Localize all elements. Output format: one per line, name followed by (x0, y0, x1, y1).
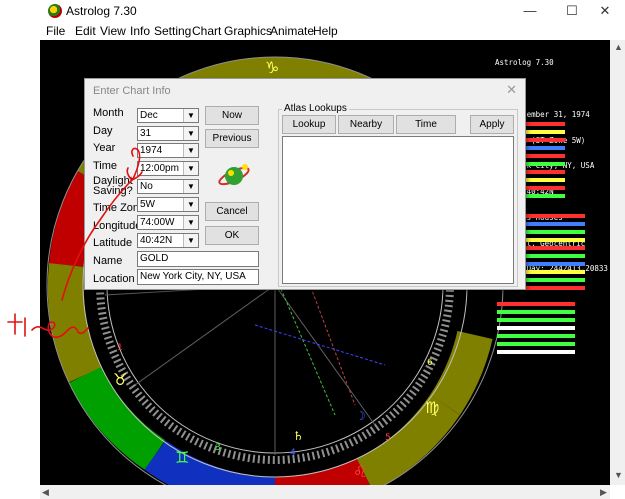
atlas-results-list[interactable] (282, 136, 514, 284)
menu-chart[interactable]: Chart (192, 24, 221, 38)
scroll-right-icon[interactable]: ▶ (600, 487, 607, 498)
chevron-down-icon: ▼ (183, 216, 198, 229)
daylight-saving-select[interactable]: No ▼ (137, 179, 199, 194)
previous-button[interactable]: Previous (205, 129, 259, 148)
ok-button[interactable]: OK (205, 226, 259, 245)
menu-setting[interactable]: Setting (154, 24, 191, 38)
astrolog-app-icon (48, 4, 62, 18)
chevron-down-icon: ▼ (183, 198, 198, 211)
dialog-title: Enter Chart Info (93, 85, 171, 97)
saturn-glyph: ♄ (293, 429, 304, 443)
nearby-cities-button[interactable]: Nearby Cities (338, 115, 394, 147)
virgo-glyph: ♍ (425, 398, 439, 417)
chevron-down-icon: ▼ (183, 162, 198, 175)
capricorn-glyph: ♑ (265, 58, 279, 77)
scroll-down-icon[interactable]: ▼ (614, 470, 623, 480)
leo-glyph: ♌ (353, 462, 367, 481)
name-label: Name (93, 255, 123, 267)
menu-file[interactable]: File (46, 24, 65, 38)
horizontal-scrollbar[interactable]: ◀ ▶ (40, 485, 610, 499)
svg-text:1: 1 (117, 343, 123, 353)
svg-text:5: 5 (385, 433, 391, 443)
latitude-select[interactable]: 40:42N ▼ (137, 233, 199, 248)
menu-graphics[interactable]: Graphics (224, 24, 272, 38)
time-changes-button[interactable]: Time Changes (396, 115, 456, 147)
moon-glyph: ☽ (355, 409, 366, 423)
time-label: Time (93, 160, 118, 172)
location-input[interactable]: New York City, NY, USA (137, 269, 259, 285)
longitude-select[interactable]: 74:00W ▼ (137, 215, 199, 230)
daylight-saving-label: Daylight Saving? (93, 175, 133, 197)
dialog-close-icon[interactable]: ✕ (506, 82, 517, 98)
vertical-scrollbar[interactable]: ▲ ▼ (610, 40, 625, 485)
atlas-lookups-label: Atlas Lookups (282, 103, 349, 114)
lookup-city-button[interactable]: Lookup City (282, 115, 336, 147)
scroll-left-icon[interactable]: ◀ (42, 487, 49, 498)
year-select[interactable]: 1974 ▼ (137, 143, 199, 158)
year-label: Year (93, 142, 116, 154)
svg-text:4: 4 (290, 448, 296, 458)
svg-text:3: 3 (215, 443, 221, 453)
title-bar: Astrolog 7.30 — ☐ ✕ (0, 0, 625, 22)
minimize-button[interactable]: — (510, 2, 550, 20)
scroll-up-icon[interactable]: ▲ (614, 42, 623, 52)
longitude-label: Longitude (93, 220, 142, 232)
astrolog-globe-icon (218, 164, 250, 186)
window-title: Astrolog 7.30 (66, 4, 137, 18)
apply-info-button[interactable]: Apply Info (470, 115, 514, 147)
time-select[interactable]: 12:00pm ▼ (137, 161, 199, 176)
latitude-label: Latitude (93, 237, 133, 249)
menu-info[interactable]: Info (130, 24, 150, 38)
svg-text:6: 6 (427, 358, 433, 368)
gemini-glyph: ♊ (175, 448, 189, 467)
now-button[interactable]: Now (205, 106, 259, 125)
time-zone-select[interactable]: 5W ▼ (137, 197, 199, 212)
chevron-down-icon: ▼ (183, 180, 198, 193)
chevron-down-icon: ▼ (183, 144, 198, 157)
chevron-down-icon: ▼ (183, 234, 198, 247)
month-select[interactable]: Dec ▼ (137, 108, 199, 123)
name-input[interactable]: GOLD (137, 251, 259, 267)
month-label: Month (93, 107, 124, 119)
enter-chart-info-dialog: Enter Chart Info ✕ Month Dec ▼ Day 31 ▼ Ye… (84, 78, 526, 290)
day-select[interactable]: 31 ▼ (137, 126, 199, 141)
menu-view[interactable]: View (100, 24, 126, 38)
menu-bar: File Edit View Info Setting Chart Graphi… (0, 22, 625, 40)
cancel-button[interactable]: Cancel (205, 202, 259, 221)
taurus-glyph: ♉ (113, 370, 127, 389)
menu-edit[interactable]: Edit (75, 24, 96, 38)
close-button[interactable]: ✕ (585, 2, 625, 20)
day-label: Day (93, 125, 113, 137)
location-label: Location (93, 273, 135, 285)
info-line: Astrolog 7.30 (495, 58, 554, 68)
chevron-down-icon: ▼ (183, 109, 198, 122)
menu-animate[interactable]: Animate (270, 24, 314, 38)
chevron-down-icon: ▼ (183, 127, 198, 140)
menu-help[interactable]: Help (313, 24, 338, 38)
